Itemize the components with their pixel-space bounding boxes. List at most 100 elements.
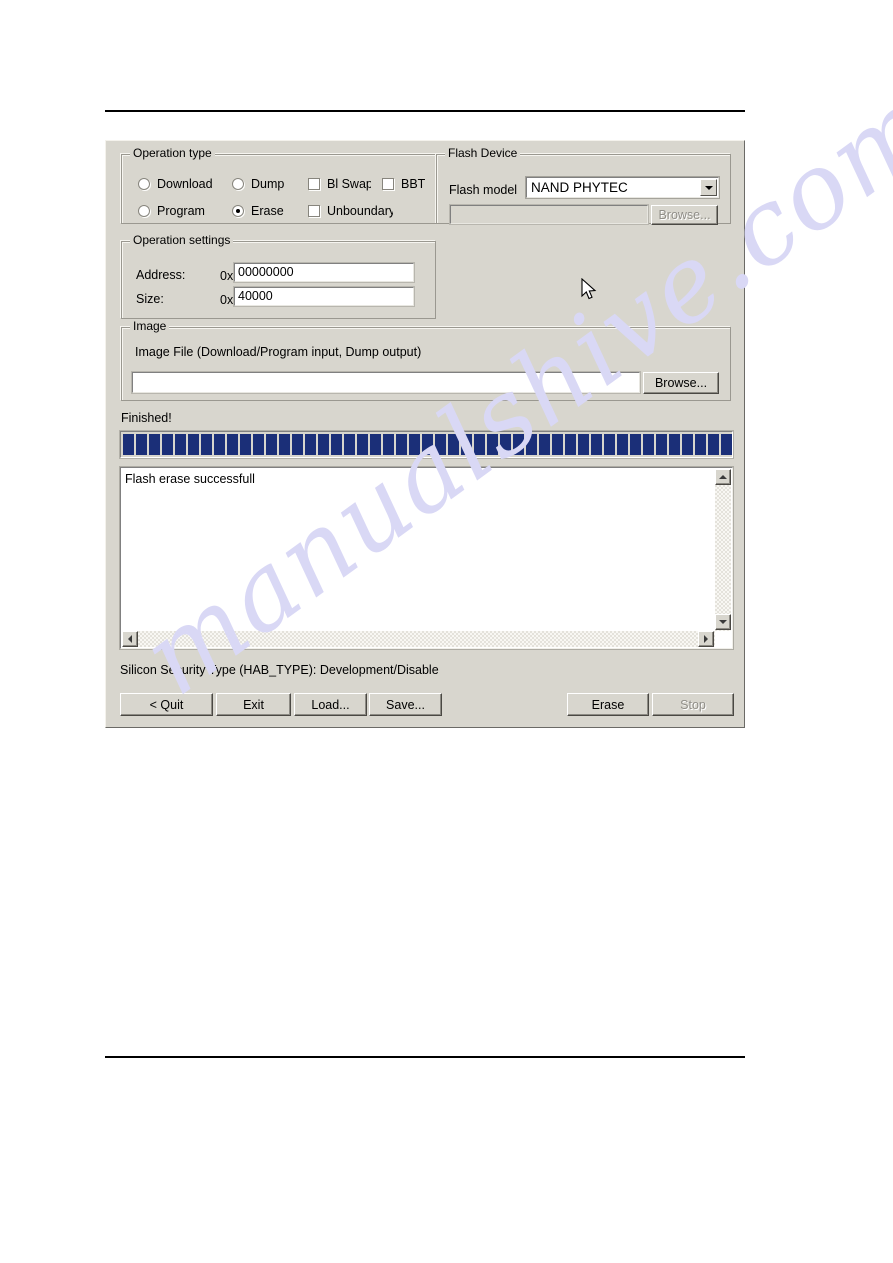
progress-segment — [461, 434, 472, 455]
progress-segment — [539, 434, 550, 455]
progress-segment — [578, 434, 589, 455]
operation-settings-group: Operation settings Address: 0x 00000000 … — [121, 234, 436, 319]
progress-segment — [409, 434, 420, 455]
progress-segment — [292, 434, 303, 455]
progress-segment — [721, 434, 732, 455]
progress-segment — [227, 434, 238, 455]
size-hex-prefix: 0x — [220, 293, 234, 307]
size-label: Size: — [136, 292, 164, 306]
progress-segment — [552, 434, 563, 455]
operation-type-title: Operation type — [130, 147, 215, 160]
image-title: Image — [130, 320, 170, 333]
progress-segment — [617, 434, 628, 455]
progress-segment — [149, 434, 160, 455]
page-footer-rule — [105, 1056, 745, 1058]
progress-segment — [695, 434, 706, 455]
image-file-input[interactable] — [131, 371, 641, 394]
flash-model-value: NAND PHYTEC — [531, 180, 628, 195]
stop-button: Stop — [652, 693, 734, 716]
checkbox-unboundary-label: Unboundary — [327, 204, 393, 218]
address-hex-prefix: 0x — [220, 269, 234, 283]
flash-tool-dialog: Operation type Download Dump Program Era… — [105, 140, 745, 728]
progress-segment — [344, 434, 355, 455]
radio-dump[interactable]: Dump — [232, 177, 284, 191]
scroll-right-icon[interactable] — [698, 631, 714, 647]
operation-settings-title: Operation settings — [130, 234, 234, 247]
flash-device-browse-button: Browse... — [651, 205, 718, 225]
radio-download[interactable]: Download — [138, 177, 213, 191]
progress-segment — [565, 434, 576, 455]
flash-model-combo[interactable]: NAND PHYTEC — [525, 176, 720, 199]
progress-segment — [318, 434, 329, 455]
exit-button[interactable]: Exit — [216, 693, 291, 716]
progress-segment — [162, 434, 173, 455]
image-description: Image File (Download/Program input, Dump… — [135, 345, 422, 359]
progress-segment — [357, 434, 368, 455]
progress-segment — [279, 434, 290, 455]
progress-segment — [435, 434, 446, 455]
progress-segment — [526, 434, 537, 455]
progress-segment — [708, 434, 719, 455]
address-input[interactable]: 00000000 — [233, 262, 415, 283]
address-label: Address: — [136, 268, 186, 282]
progress-segment — [630, 434, 641, 455]
radio-dump-dot[interactable] — [232, 178, 244, 190]
progress-segment — [669, 434, 680, 455]
radio-program-dot[interactable] — [138, 205, 150, 217]
checkbox-bbt[interactable]: BBT — [382, 177, 425, 191]
status-label: Finished! — [121, 411, 172, 425]
progress-bar — [119, 430, 734, 459]
operation-type-group: Operation type Download Dump Program Era… — [121, 147, 436, 224]
log-hscroll-track[interactable] — [122, 631, 715, 647]
progress-segment — [266, 434, 277, 455]
progress-segment — [422, 434, 433, 455]
page-header-rule — [105, 110, 745, 112]
progress-segment — [240, 434, 251, 455]
radio-download-label: Download — [157, 177, 213, 191]
image-browse-button[interactable]: Browse... — [643, 372, 719, 394]
image-group: Image Image File (Download/Program input… — [121, 320, 731, 401]
load-button[interactable]: Load... — [294, 693, 367, 716]
radio-erase-label: Erase — [251, 204, 284, 218]
quit-button[interactable]: < Quit — [120, 693, 213, 716]
progress-segment — [474, 434, 485, 455]
radio-erase[interactable]: Erase — [232, 204, 284, 218]
progress-segment — [136, 434, 147, 455]
progress-segment — [448, 434, 459, 455]
scroll-up-icon[interactable] — [715, 469, 731, 485]
radio-program-label: Program — [157, 204, 205, 218]
progress-segment — [383, 434, 394, 455]
save-button[interactable]: Save... — [369, 693, 442, 716]
scroll-left-icon[interactable] — [122, 631, 138, 647]
radio-program[interactable]: Program — [138, 204, 205, 218]
flash-device-path-field — [449, 204, 649, 225]
log-output-box[interactable]: Flash erase successfull — [119, 466, 734, 650]
silicon-security-type-text: Silicon Security Type (HAB_TYPE): Develo… — [120, 663, 439, 677]
flash-device-group: Flash Device Flash model NAND PHYTEC Bro… — [436, 147, 731, 225]
chevron-down-icon[interactable] — [700, 179, 717, 196]
checkbox-bl-swap-box[interactable] — [308, 178, 320, 190]
progress-segment — [396, 434, 407, 455]
progress-segment — [487, 434, 498, 455]
scroll-down-icon[interactable] — [715, 614, 731, 630]
erase-button[interactable]: Erase — [567, 693, 649, 716]
flash-model-label: Flash model — [449, 183, 518, 197]
checkbox-bl-swap[interactable]: Bl Swap — [308, 177, 371, 191]
radio-erase-dot[interactable] — [232, 205, 244, 217]
checkbox-unboundary-box[interactable] — [308, 205, 320, 217]
checkbox-unboundary[interactable]: Unboundary — [308, 204, 393, 218]
progress-segment — [370, 434, 381, 455]
progress-segment — [214, 434, 225, 455]
progress-segment — [331, 434, 342, 455]
checkbox-bbt-label: BBT — [401, 177, 426, 191]
size-input[interactable]: 40000 — [233, 286, 415, 307]
progress-segment — [656, 434, 667, 455]
progress-segment — [123, 434, 134, 455]
log-vscroll-track[interactable] — [715, 469, 731, 631]
radio-download-dot[interactable] — [138, 178, 150, 190]
checkbox-bbt-box[interactable] — [382, 178, 394, 190]
progress-segment — [643, 434, 654, 455]
progress-segment — [513, 434, 524, 455]
flash-device-title: Flash Device — [445, 147, 521, 160]
progress-segment — [253, 434, 264, 455]
